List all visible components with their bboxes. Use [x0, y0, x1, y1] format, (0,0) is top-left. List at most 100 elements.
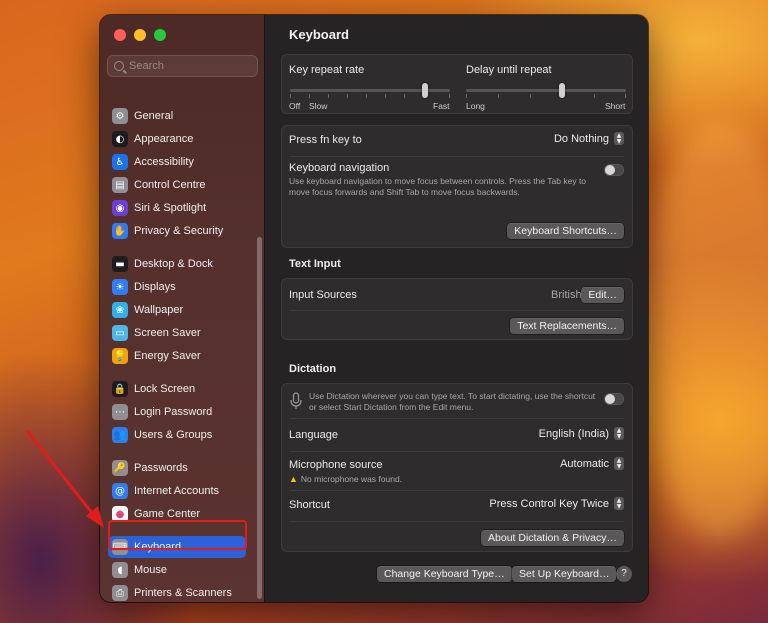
fn-key-popup[interactable]: Do Nothing ▲ ▼	[554, 132, 624, 145]
about-dictation-button[interactable]: About Dictation & Privacy…	[481, 530, 624, 546]
sun-icon: ☀	[112, 279, 128, 295]
keyboard-navigation-toggle[interactable]	[604, 164, 624, 176]
microphone-source-value: Automatic	[560, 457, 609, 470]
zoom-window-button[interactable]	[154, 29, 166, 41]
sidebar-item-siri-spotlight[interactable]: ◉ Siri & Spotlight	[108, 197, 246, 219]
at-icon: @	[112, 483, 128, 499]
delay-label: Delay until repeat	[466, 64, 552, 76]
shortcut-label: Shortcut	[289, 499, 330, 511]
page-title: Keyboard	[289, 27, 349, 42]
sidebar-item-label: Printers & Scanners	[134, 587, 232, 599]
sidebar-item-label: Desktop & Dock	[134, 258, 213, 270]
gear-icon: ⚙	[112, 108, 128, 124]
change-keyboard-type-button[interactable]: Change Keyboard Type…	[377, 566, 512, 582]
users-icon: 👥	[112, 427, 128, 443]
input-sources-label: Input Sources	[289, 289, 357, 301]
sidebar-item-printers-scanners[interactable]: ⎙ Printers & Scanners	[108, 582, 246, 602]
sidebar-item-login-password[interactable]: ⋯ Login Password	[108, 401, 246, 423]
key-icon: ⋯	[112, 404, 128, 420]
sidebar-item-label: Accessibility	[134, 156, 194, 168]
language-popup[interactable]: English (India) ▲ ▼	[539, 427, 624, 440]
passwords-icon: 🔑	[112, 460, 128, 476]
sidebar-item-lock-screen[interactable]: 🔒 Lock Screen	[108, 378, 246, 400]
dictation-toggle[interactable]	[604, 393, 624, 405]
minimize-window-button[interactable]	[134, 29, 146, 41]
set-up-keyboard-button[interactable]: Set Up Keyboard…	[512, 566, 617, 582]
sidebar-item-label: Control Centre	[134, 179, 206, 191]
sidebar-item-screen-saver[interactable]: ▭ Screen Saver	[108, 322, 246, 344]
edit-input-sources-button[interactable]: Edit…	[581, 287, 624, 303]
window-controls	[114, 29, 166, 41]
text-replacements-button[interactable]: Text Replacements…	[510, 318, 624, 334]
siri-icon: ◉	[112, 200, 128, 216]
sidebar-scrollbar[interactable]	[257, 237, 262, 599]
dictation-heading: Dictation	[289, 363, 337, 375]
help-button[interactable]: ?	[616, 566, 632, 582]
sidebar-item-label: Wallpaper	[134, 304, 184, 316]
close-window-button[interactable]	[114, 29, 126, 41]
sidebar-item-label: Mouse	[134, 564, 168, 576]
sidebar-item-label: Siri & Spotlight	[134, 202, 207, 214]
lock-icon: 🔒	[112, 381, 128, 397]
accessibility-icon: ♿	[112, 154, 128, 170]
sidebar-item-label: Keyboard	[134, 541, 182, 553]
keyboard-options-group: Press fn key to Do Nothing ▲ ▼ Keyboard n…	[281, 125, 633, 248]
mouse-icon: ◖	[112, 562, 128, 578]
system-settings-window: ⚙ General ◐ Appearance ♿ Accessibility ▤ Contro…	[100, 15, 648, 602]
text-input-group: Input Sources British Edit… Text Replace…	[281, 278, 633, 340]
key-repeat-slow-label: Slow	[309, 101, 328, 111]
sidebar-item-label: Energy Saver	[134, 350, 201, 362]
keyboard-icon: ⌨	[112, 539, 128, 555]
chevron-updown-icon: ▲ ▼	[614, 457, 624, 470]
repeat-group: Key repeat rate Delay until repeat Off S…	[281, 54, 633, 114]
sidebar-item-wallpaper[interactable]: ❀ Wallpaper	[108, 299, 246, 321]
dock-icon: ▬	[112, 256, 128, 272]
sidebar-item-label: Displays	[134, 281, 176, 293]
sidebar-item-label: Users & Groups	[134, 429, 213, 441]
sidebar-item-displays[interactable]: ☀ Displays	[108, 276, 246, 298]
fn-key-value: Do Nothing	[553, 132, 609, 145]
sidebar-item-keyboard[interactable]: ⌨ Keyboard	[108, 536, 246, 558]
delay-short-label: Short	[605, 101, 626, 111]
sidebar-item-desktop-dock[interactable]: ▬ Desktop & Dock	[108, 253, 246, 275]
sidebar-item-appearance[interactable]: ◐ Appearance	[108, 128, 246, 150]
chevron-updown-icon: ▲ ▼	[614, 132, 624, 145]
keyboard-navigation-label: Keyboard navigation	[289, 162, 390, 174]
sidebar-item-label: Game Center	[134, 508, 201, 520]
printer-icon: ⎙	[112, 585, 128, 601]
microphone-warning-text: No microphone was found.	[300, 474, 403, 484]
delay-knob[interactable]	[559, 83, 565, 98]
keyboard-shortcuts-button[interactable]: Keyboard Shortcuts…	[507, 223, 624, 239]
sidebar-item-game-center[interactable]: ● Game Center	[108, 503, 246, 525]
sidebar-item-control-centre[interactable]: ▤ Control Centre	[108, 174, 246, 196]
sidebar-item-accessibility[interactable]: ♿ Accessibility	[108, 151, 246, 173]
sidebar-item-passwords[interactable]: 🔑 Passwords	[108, 457, 246, 479]
delay-long-label: Long	[466, 101, 485, 111]
sidebar-item-label: Lock Screen	[134, 383, 196, 395]
control-centre-icon: ▤	[112, 177, 128, 193]
wallpaper-highlight	[640, 120, 768, 540]
sidebar-item-users-groups[interactable]: 👥 Users & Groups	[108, 424, 246, 446]
screen-saver-icon: ▭	[112, 325, 128, 341]
key-repeat-off-label: Off	[289, 101, 301, 111]
sidebar-item-label: General	[134, 110, 174, 122]
sidebar-item-label: Screen Saver	[134, 327, 201, 339]
sidebar-item-label: Privacy & Security	[134, 225, 224, 237]
sidebar-item-internet-accounts[interactable]: @ Internet Accounts	[108, 480, 246, 502]
flower-icon: ❀	[112, 302, 128, 318]
key-repeat-knob[interactable]	[422, 83, 428, 98]
shortcut-popup[interactable]: Press Control Key Twice ▲ ▼	[489, 497, 624, 510]
bulb-icon: 💡	[112, 348, 128, 364]
search-field[interactable]	[107, 55, 258, 77]
sidebar-item-general[interactable]: ⚙ General	[108, 105, 246, 127]
microphone-source-popup[interactable]: Automatic ▲ ▼	[560, 457, 624, 470]
hand-icon: ✋	[112, 223, 128, 239]
key-repeat-label: Key repeat rate	[289, 64, 365, 76]
language-label: Language	[289, 429, 338, 441]
sidebar-item-privacy-security[interactable]: ✋ Privacy & Security	[108, 220, 246, 242]
sidebar-item-label: Internet Accounts	[134, 485, 219, 497]
sidebar-item-mouse[interactable]: ◖ Mouse	[108, 559, 246, 581]
microphone-source-label: Microphone source	[289, 459, 383, 471]
sidebar-item-energy-saver[interactable]: 💡 Energy Saver	[108, 345, 246, 367]
search-input[interactable]	[129, 60, 249, 72]
